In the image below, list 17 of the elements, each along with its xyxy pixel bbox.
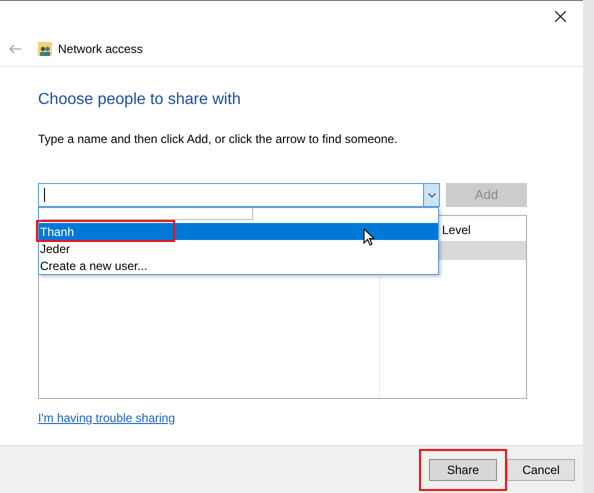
close-icon[interactable]: [555, 11, 566, 22]
window-title: Network access: [58, 40, 143, 58]
dropdown-item[interactable]: Thanh: [39, 223, 438, 240]
dropdown-arrow-button[interactable]: [423, 184, 439, 206]
trouble-sharing-link[interactable]: I'm having trouble sharing: [38, 409, 176, 427]
dropdown-item[interactable]: Jeder: [39, 240, 438, 257]
dropdown-item[interactable]: Create a new user...: [39, 257, 438, 274]
dialog-button[interactable]: Cancel: [507, 458, 575, 480]
name-combo-field[interactable]: [38, 183, 440, 207]
back-arrow-icon[interactable]: [8, 44, 22, 54]
heading: Choose people to share with: [38, 90, 242, 110]
instruction-text: Type a name and then click Add, or click the arrow to find someone.: [38, 131, 399, 148]
column-header: Level: [441, 222, 472, 239]
dialog-button[interactable]: Share: [429, 458, 497, 480]
chevron-down-icon: [428, 192, 436, 198]
people-folder-icon: [38, 42, 52, 56]
mouse-cursor-icon: [363, 228, 375, 246]
